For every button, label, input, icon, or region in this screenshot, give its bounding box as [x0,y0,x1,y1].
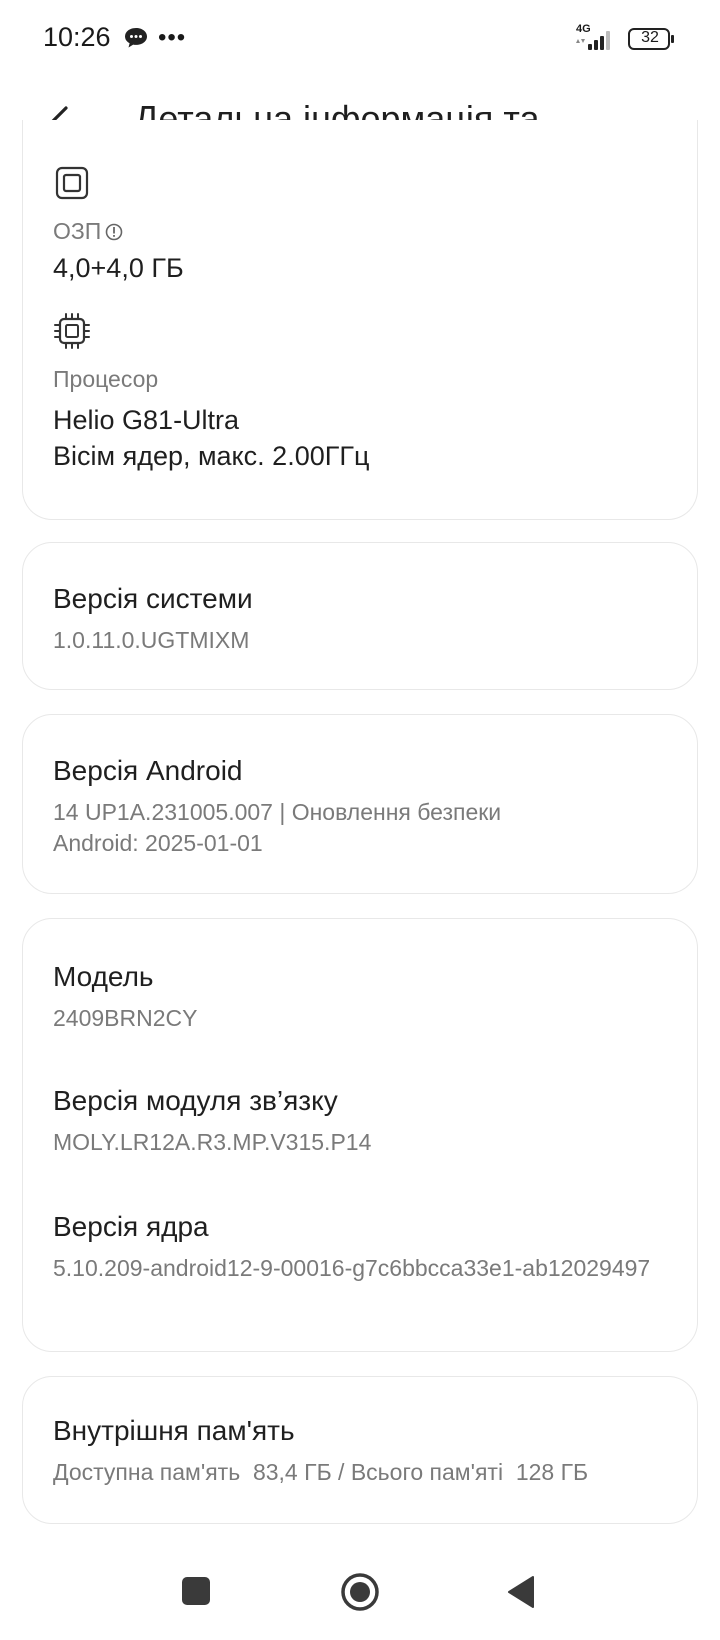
system-version-title: Версія системи [53,583,253,614]
navigation-bar [0,1550,720,1640]
device-info-card: Модель 2409BRN2CY Версія модуля зв’язку … [22,918,698,1352]
signal-icon [576,31,610,50]
specs-card: ОЗП 4,0+4,0 ГБ Процесор Helio G81-Ultra … [22,120,698,520]
system-version-value: 1.0.11.0.UGTMIXM [53,627,250,653]
recent-apps-button[interactable] [182,1577,210,1605]
more-notifications-icon: ••• [158,24,187,51]
ram-value: 4,0+4,0 ГБ [53,253,184,283]
status-bar: 10:26 ••• 4G 32 [0,0,720,80]
info-icon[interactable] [105,223,123,241]
system-version-card[interactable]: Версія системи 1.0.11.0.UGTMIXM [22,542,698,690]
cpu-label: Процесор [53,366,159,392]
back-triangle-button[interactable] [506,1574,536,1610]
android-version-title: Версія Android [53,755,243,786]
chat-icon [125,28,147,48]
storage-title: Внутрішня пам'ять [53,1415,295,1446]
model-title: Модель [53,961,154,992]
storage-value: Доступна пам'ять 83,4 ГБ / Всього пам'ят… [53,1459,589,1485]
model-value: 2409BRN2CY [53,1005,198,1031]
cpu-chip-icon [54,313,90,349]
battery-level: 32 [641,29,659,46]
kernel-title: Версія ядра [53,1211,209,1242]
baseband-value: MOLY.LR12A.R3.MP.V315.P14 [53,1129,372,1155]
home-button[interactable] [340,1572,380,1612]
baseband-title: Версія модуля зв’язку [53,1085,338,1116]
ram-chip-icon [55,166,89,200]
status-time: 10:26 [43,22,111,52]
android-version-value: 14 UP1A.231005.007 | Оновлення безпеки A… [53,799,502,856]
kernel-value: 5.10.209-android12-9-00016-g7c6bbcca33e1… [53,1255,651,1281]
cpu-model: Helio G81-Ultra [53,405,240,435]
android-version-card[interactable]: Версія Android 14 UP1A.231005.007 | Онов… [22,714,698,894]
ram-label: ОЗП [53,218,123,245]
storage-card[interactable]: Внутрішня пам'ять Доступна пам'ять 83,4 … [22,1376,698,1524]
cpu-cores: Вісім ядер, макс. 2.00ГГц [53,441,370,471]
